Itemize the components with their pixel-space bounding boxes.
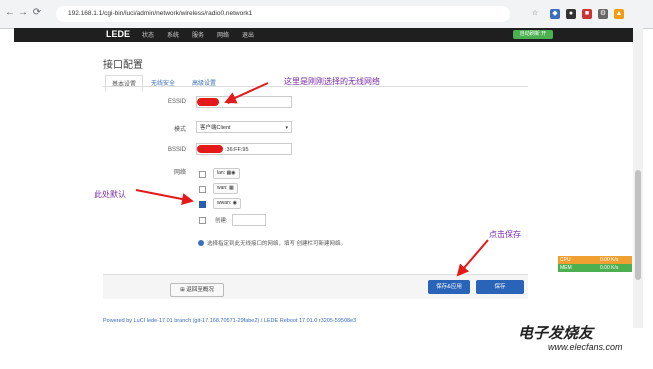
arrow-to-essid <box>224 82 269 104</box>
scrollbar-thumb[interactable] <box>635 170 641 280</box>
powered-by-footer[interactable]: Powered by LuCI lede-17.01 branch (git-1… <box>103 318 356 324</box>
arrow-to-save <box>456 239 489 277</box>
watermark-logo: 电子发烧友 <box>518 325 594 342</box>
watermark-url: www.elecfans.com <box>548 342 623 352</box>
arrow-to-wwan <box>135 189 194 205</box>
annotation-arrows <box>135 82 489 277</box>
